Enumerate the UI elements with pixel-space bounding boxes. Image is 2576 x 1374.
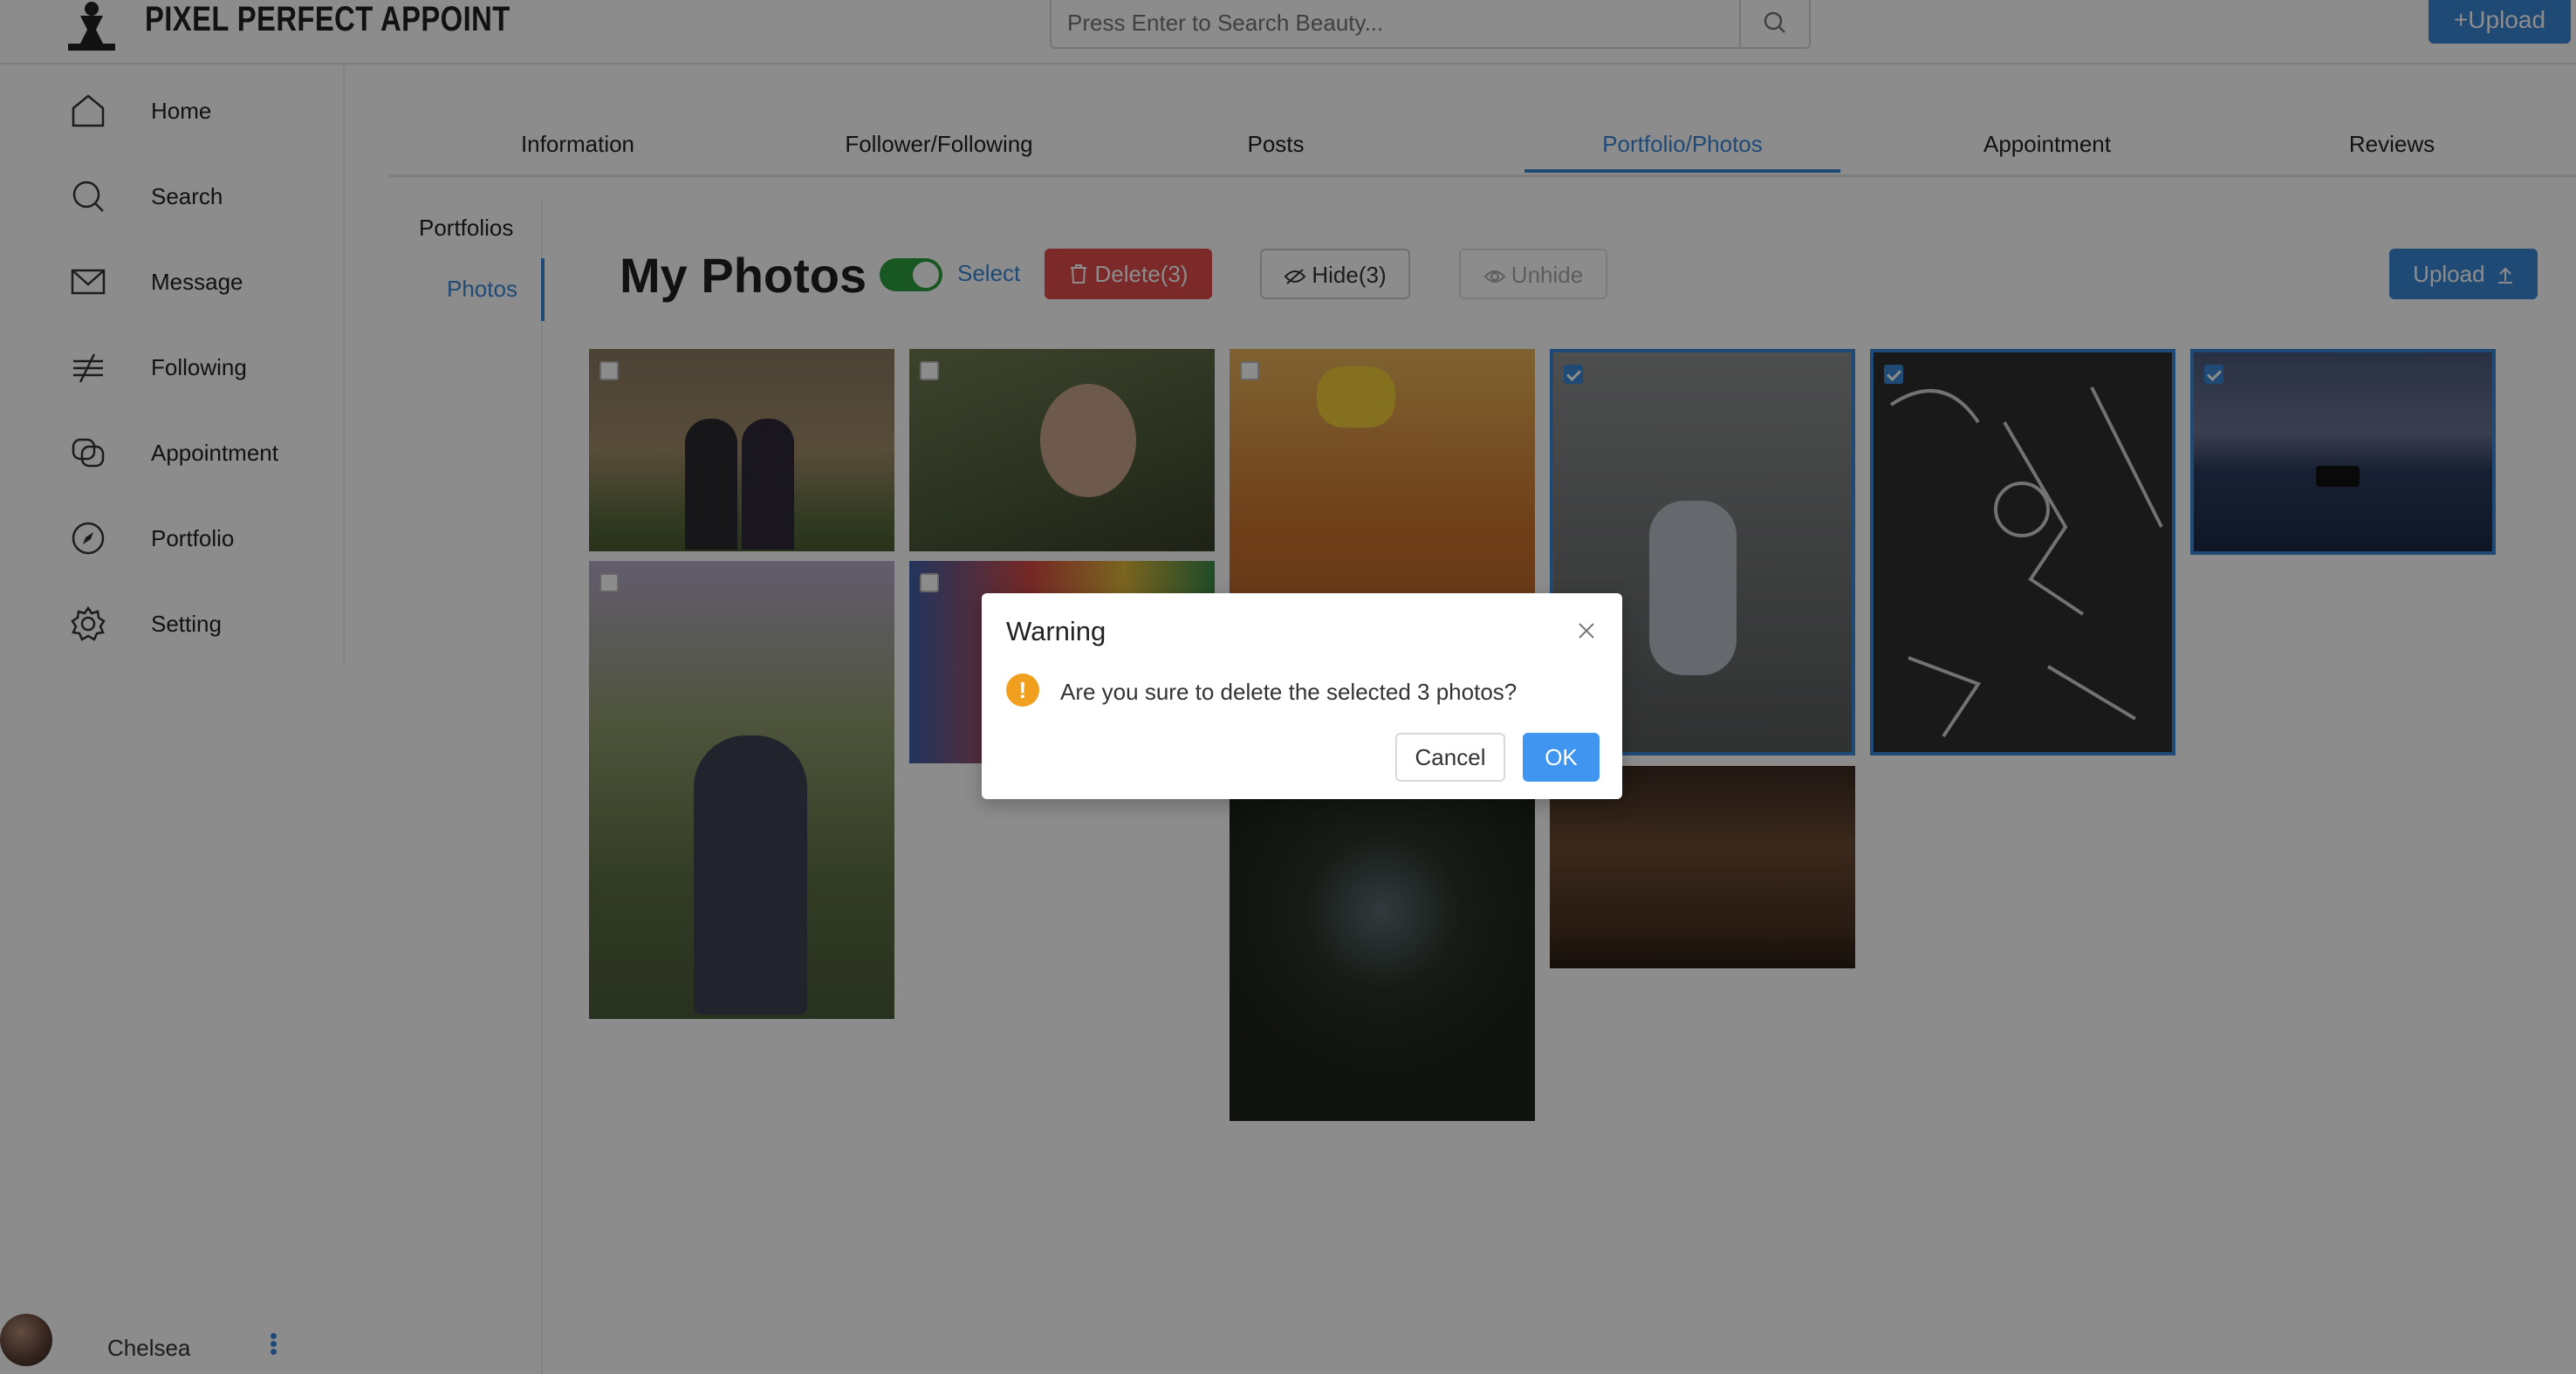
cancel-button[interactable]: Cancel <box>1395 733 1505 782</box>
warning-dialog: Warning ! Are you sure to delete the sel… <box>982 593 1622 799</box>
warning-icon: ! <box>1006 673 1039 707</box>
dialog-message: Are you sure to delete the selected 3 ph… <box>1060 679 1518 705</box>
dialog-title: Warning <box>1006 616 1106 646</box>
close-icon[interactable] <box>1575 619 1598 642</box>
ok-button[interactable]: OK <box>1523 733 1600 782</box>
